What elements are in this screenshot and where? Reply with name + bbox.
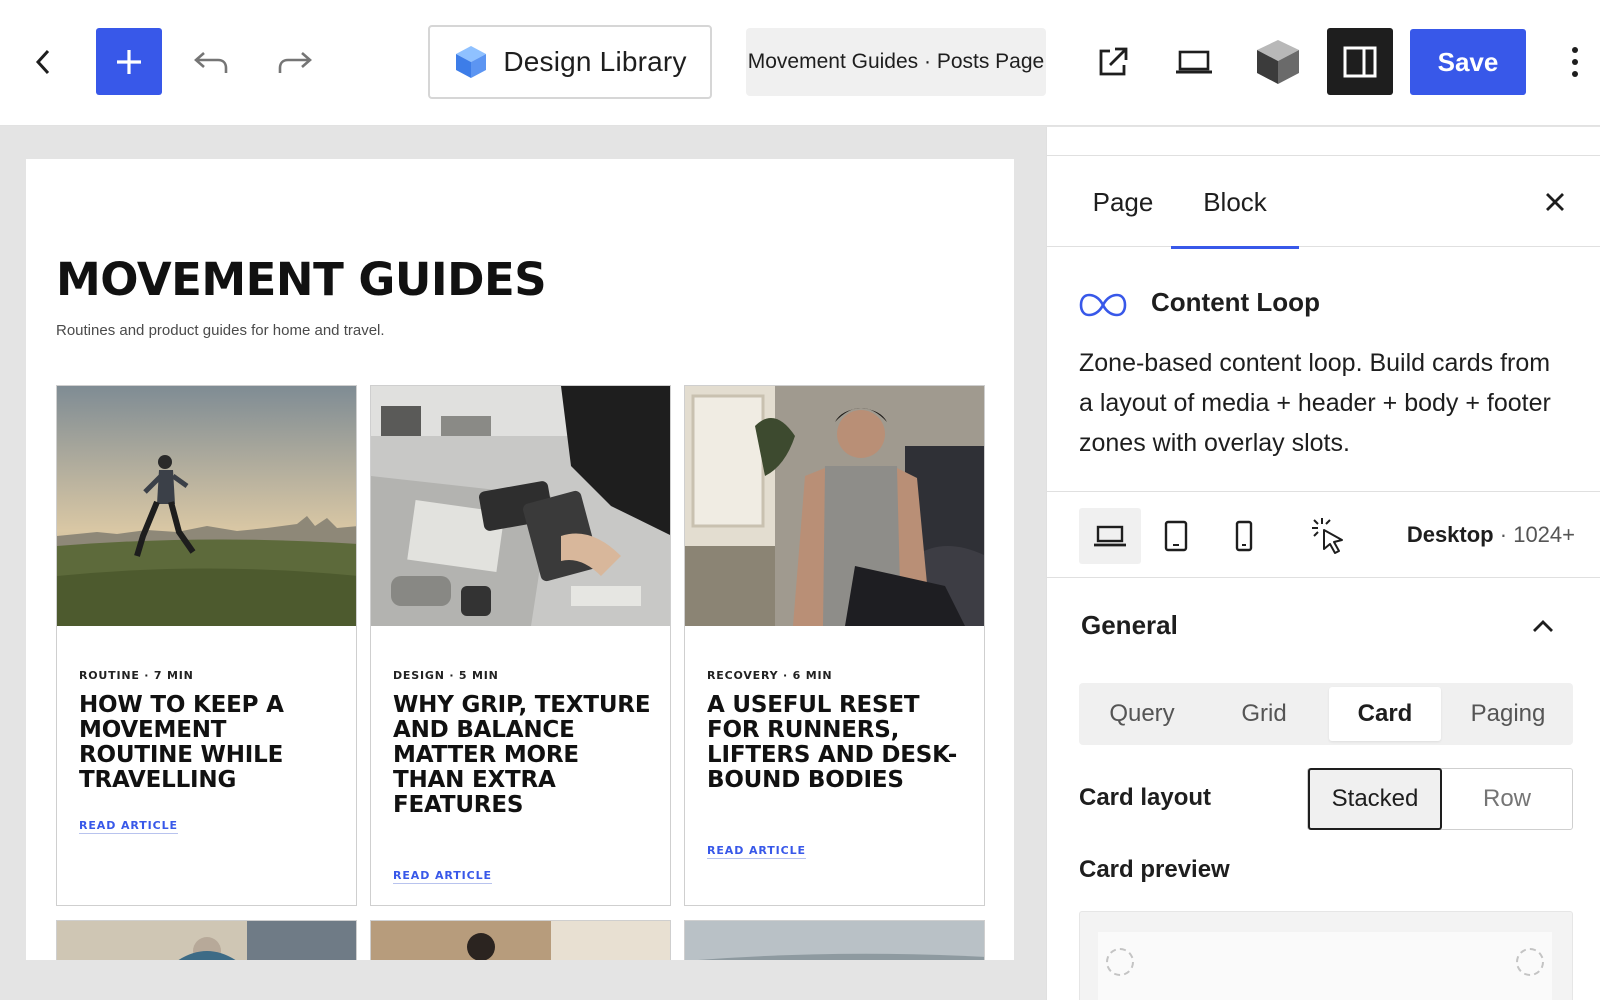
post-card[interactable]: RECOVERY · 6 MIN A USEFUL RESET FOR RUNN… [684, 385, 985, 906]
post-card[interactable] [56, 920, 357, 960]
tab-card[interactable]: Card [1329, 687, 1441, 741]
tab-grid[interactable]: Grid [1205, 687, 1323, 741]
tab-query[interactable]: Query [1083, 687, 1201, 741]
settings-sidebar-toggle[interactable] [1327, 28, 1393, 95]
sidebar-tabs: Page Block [1047, 155, 1600, 249]
tab-block[interactable]: Block [1171, 156, 1299, 249]
close-sidebar-button[interactable] [1535, 182, 1575, 222]
block-card: Content Loop Zone-based content loop. Bu… [1047, 247, 1600, 492]
page-subtitle[interactable]: Routines and product guides for home and… [56, 322, 385, 339]
redo-button[interactable] [270, 38, 320, 86]
device-label: Desktop · 1024+ [1407, 522, 1575, 548]
card-preview-label: Card preview [1079, 856, 1230, 883]
general-tabs: Query Grid Card Paging [1079, 683, 1573, 745]
view-page-button[interactable] [1090, 38, 1136, 86]
device-range: 1024+ [1513, 522, 1575, 547]
post-meta: DESIGN · 5 MIN [393, 669, 499, 682]
post-title[interactable]: A USEFUL RESET FOR RUNNERS, LIFTERS AND … [707, 693, 965, 793]
add-block-button[interactable] [96, 28, 162, 95]
device-name: Desktop [1406, 522, 1494, 547]
undo-icon [194, 52, 228, 73]
card-layout-toggle: Stacked Row [1307, 768, 1573, 830]
post-title[interactable]: HOW TO KEEP A MOVEMENT ROUTINE WHILE TRA… [79, 693, 337, 793]
cube-icon [456, 46, 487, 78]
loading-icon [1106, 948, 1134, 976]
redo-icon [278, 52, 312, 73]
design-library-label: Design Library [503, 46, 687, 77]
post-meta: RECOVERY · 6 MIN [707, 669, 833, 682]
card-preview [1079, 911, 1573, 1000]
save-button[interactable]: Save [1410, 29, 1526, 95]
hover-pointer-icon [1312, 518, 1343, 554]
post-image-stretch [685, 386, 984, 626]
external-link-icon [1099, 47, 1128, 76]
document-title-bar[interactable]: Movement Guides · Posts Page [746, 28, 1046, 96]
device-separator: · [1499, 522, 1508, 547]
settings-sidebar: Page Block Content Loop Zone-based conte… [1046, 127, 1600, 1000]
read-article-link[interactable]: READ ARTICLE [393, 869, 492, 884]
desktop-icon [1094, 525, 1126, 547]
sidebar-icon [1343, 46, 1377, 77]
mobile-icon [1235, 520, 1253, 552]
undo-button[interactable] [186, 38, 236, 86]
block-description: Zone-based content loop. Build cards fro… [1079, 349, 1551, 457]
chevron-left-icon [35, 49, 50, 75]
editor-toolbar: Design Library Movement Guides · Posts P… [0, 0, 1600, 126]
laptop-icon [1176, 50, 1212, 74]
post-image-runner [57, 386, 356, 626]
site-editor-cube-button[interactable] [1250, 34, 1306, 90]
card-preview-canvas [1098, 932, 1552, 1000]
collapse-general-button[interactable] [1523, 606, 1563, 646]
cube-icon [1257, 40, 1299, 84]
read-article-link[interactable]: READ ARTICLE [79, 819, 178, 834]
device-tablet-button[interactable] [1145, 508, 1207, 564]
post-card[interactable]: DESIGN · 5 MIN WHY GRIP, TEXTURE AND BAL… [370, 385, 671, 906]
general-panel-title: General [1081, 610, 1178, 640]
post-title[interactable]: WHY GRIP, TEXTURE AND BALANCE MATTER MOR… [393, 693, 651, 818]
device-mobile-button[interactable] [1213, 508, 1275, 564]
post-meta: ROUTINE · 7 MIN [79, 669, 194, 682]
page-preview[interactable]: MOVEMENT GUIDES Routines and product gui… [26, 159, 1014, 960]
tablet-icon [1164, 520, 1188, 552]
post-image-partial [57, 921, 356, 960]
more-vertical-icon [1572, 47, 1578, 77]
card-layout-label: Card layout [1079, 784, 1212, 811]
design-library-button[interactable]: Design Library [428, 25, 712, 99]
device-desktop-button[interactable] [1079, 508, 1141, 564]
plus-icon [117, 49, 141, 74]
block-name: Content Loop [1151, 287, 1320, 317]
infinity-loop-icon [1079, 293, 1127, 317]
post-image-partial [371, 921, 670, 960]
read-article-link[interactable]: READ ARTICLE [707, 844, 806, 859]
post-image-gear [371, 386, 670, 626]
close-icon [1546, 193, 1564, 211]
page-title[interactable]: MOVEMENT GUIDES [56, 253, 547, 306]
preview-button[interactable] [1170, 38, 1218, 86]
device-switcher: Desktop · 1024+ [1047, 492, 1600, 578]
card-layout-stacked-option[interactable]: Stacked [1308, 768, 1442, 830]
options-menu-button[interactable] [1560, 38, 1590, 86]
back-button[interactable] [26, 40, 62, 84]
post-image-partial [685, 921, 984, 960]
general-panel-header[interactable]: General [1047, 578, 1600, 674]
post-card[interactable] [684, 920, 985, 960]
tab-paging[interactable]: Paging [1447, 687, 1569, 741]
card-layout-row-option[interactable]: Row [1442, 769, 1572, 829]
editor-canvas: MOVEMENT GUIDES Routines and product gui… [0, 127, 1045, 1000]
hover-state-button[interactable] [1297, 508, 1359, 564]
chevron-up-icon [1533, 620, 1553, 632]
post-card[interactable] [370, 920, 671, 960]
post-card[interactable]: ROUTINE · 7 MIN HOW TO KEEP A MOVEMENT R… [56, 385, 357, 906]
loading-icon [1516, 948, 1544, 976]
tab-page[interactable]: Page [1077, 156, 1169, 248]
